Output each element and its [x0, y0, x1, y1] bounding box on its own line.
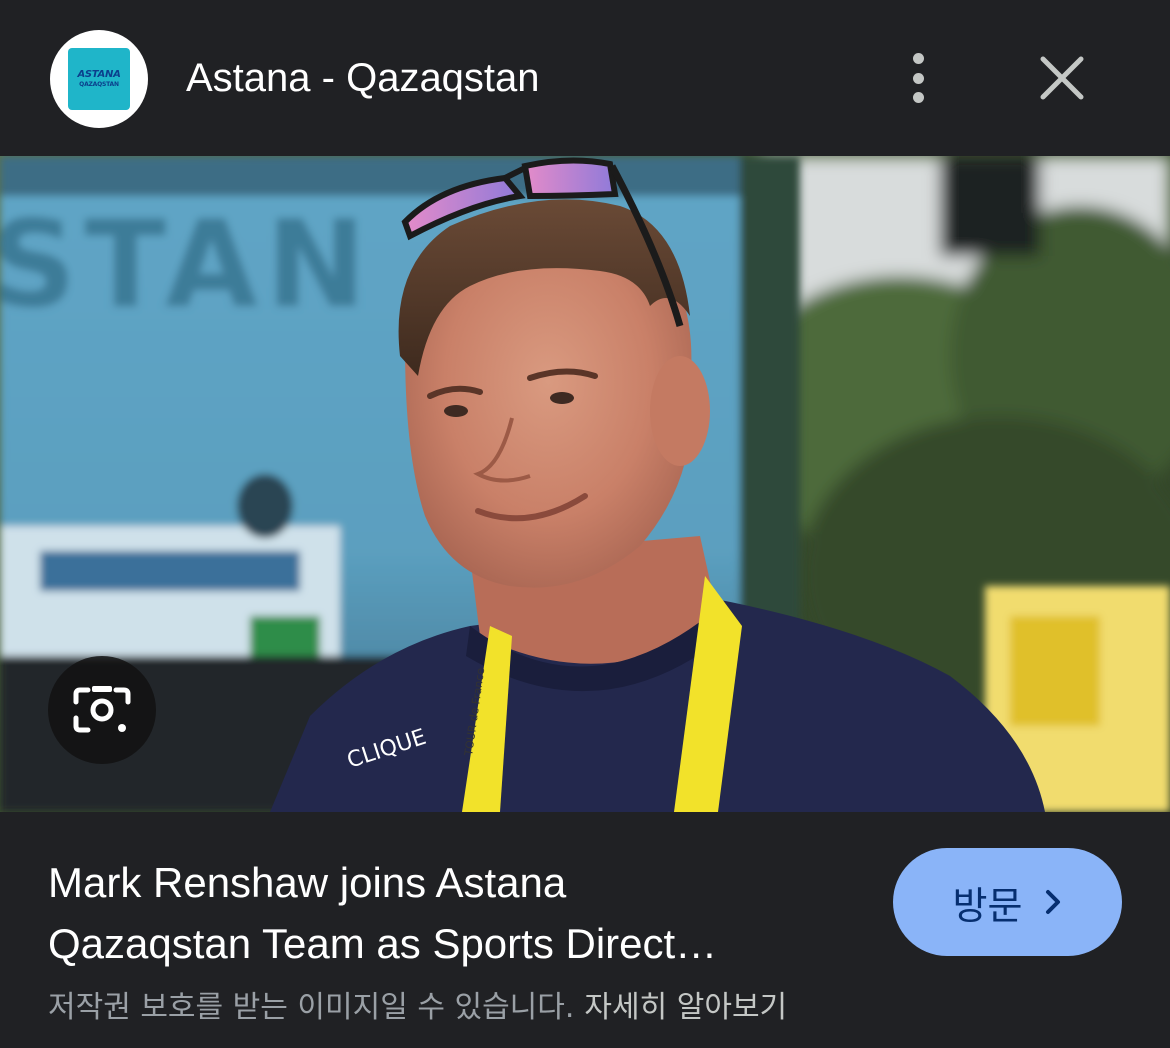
image-viewer: ASTANA QAZAQSTAN Astana - Qazaqstan STAN… — [0, 0, 1170, 1048]
more-vert-icon-dot — [912, 92, 924, 103]
more-options-button[interactable] — [892, 50, 944, 106]
chevron-right-icon — [1046, 890, 1061, 914]
headline-line-1: Mark Renshaw joins Astana — [48, 859, 567, 906]
site-favicon[interactable]: ASTANA QAZAQSTAN — [50, 30, 148, 128]
google-lens-icon — [73, 686, 131, 733]
visit-label: 방문 — [952, 883, 1023, 928]
close-icon — [1040, 56, 1084, 100]
result-image[interactable]: STAN TOUR de France CLIQUE — [0, 156, 1170, 812]
logo-text-line1: ASTANA — [77, 69, 121, 80]
learn-more-link[interactable]: 자세히 알아보기 — [584, 990, 787, 1025]
google-lens-button[interactable] — [48, 656, 156, 764]
logo-text-line2: QAZAQSTAN — [79, 81, 119, 88]
copyright-text: 저작권 보호를 받는 이미지일 수 있습니다. — [48, 990, 575, 1025]
visit-button[interactable]: 방문 — [893, 848, 1122, 956]
copyright-notice: 저작권 보호를 받는 이미지일 수 있습니다. 자세히 알아보기 — [48, 982, 787, 1026]
astana-logo: ASTANA QAZAQSTAN — [68, 48, 130, 110]
photo-mark-renshaw: STAN TOUR de France CLIQUE — [0, 156, 1170, 812]
headline-line-2: Qazaqstan Team as Sports Direct… — [48, 920, 718, 967]
site-name[interactable]: Astana - Qazaqstan — [186, 56, 540, 101]
more-vert-icon — [912, 53, 924, 64]
close-button[interactable] — [1030, 46, 1094, 110]
viewer-header: ASTANA QAZAQSTAN Astana - Qazaqstan — [0, 0, 1170, 156]
more-vert-icon-dot — [912, 72, 924, 84]
bus-lettering: STAN — [0, 196, 374, 335]
result-title-link[interactable]: Mark Renshaw joins Astana Qazaqstan Team… — [48, 852, 858, 974]
